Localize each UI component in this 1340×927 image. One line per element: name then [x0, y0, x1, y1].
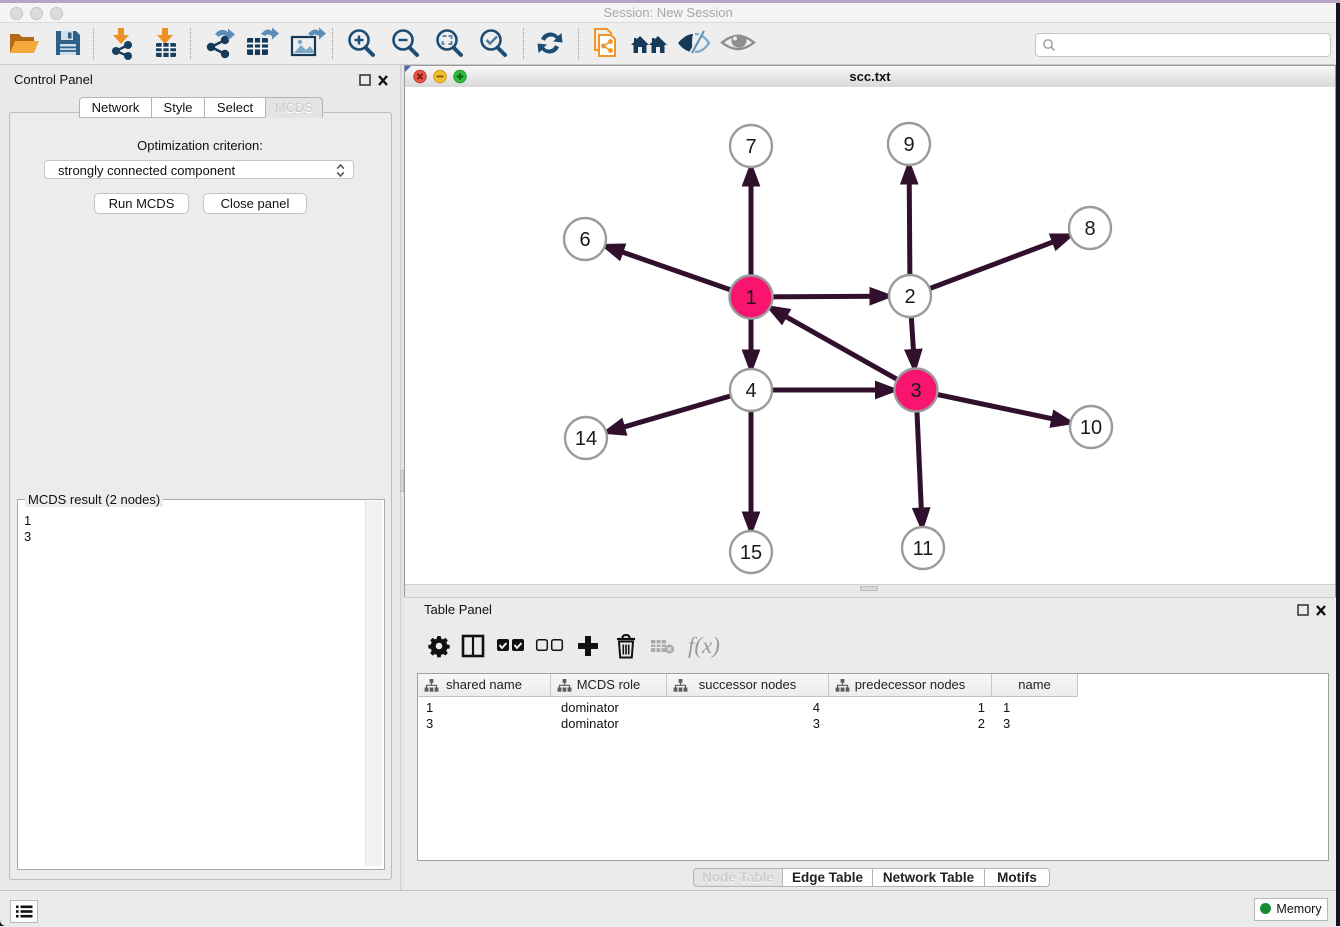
svg-text:3: 3 — [910, 380, 921, 402]
svg-text:2: 2 — [904, 286, 915, 308]
svg-text:8: 8 — [1084, 218, 1095, 240]
svg-text:4: 4 — [745, 380, 756, 402]
svg-text:15: 15 — [740, 542, 762, 564]
svg-text:1: 1 — [745, 287, 756, 309]
svg-text:14: 14 — [575, 428, 597, 450]
svg-text:7: 7 — [745, 136, 756, 158]
svg-text:9: 9 — [903, 134, 914, 156]
svg-text:6: 6 — [579, 229, 590, 251]
svg-text:11: 11 — [913, 538, 934, 560]
svg-text:10: 10 — [1080, 417, 1102, 439]
